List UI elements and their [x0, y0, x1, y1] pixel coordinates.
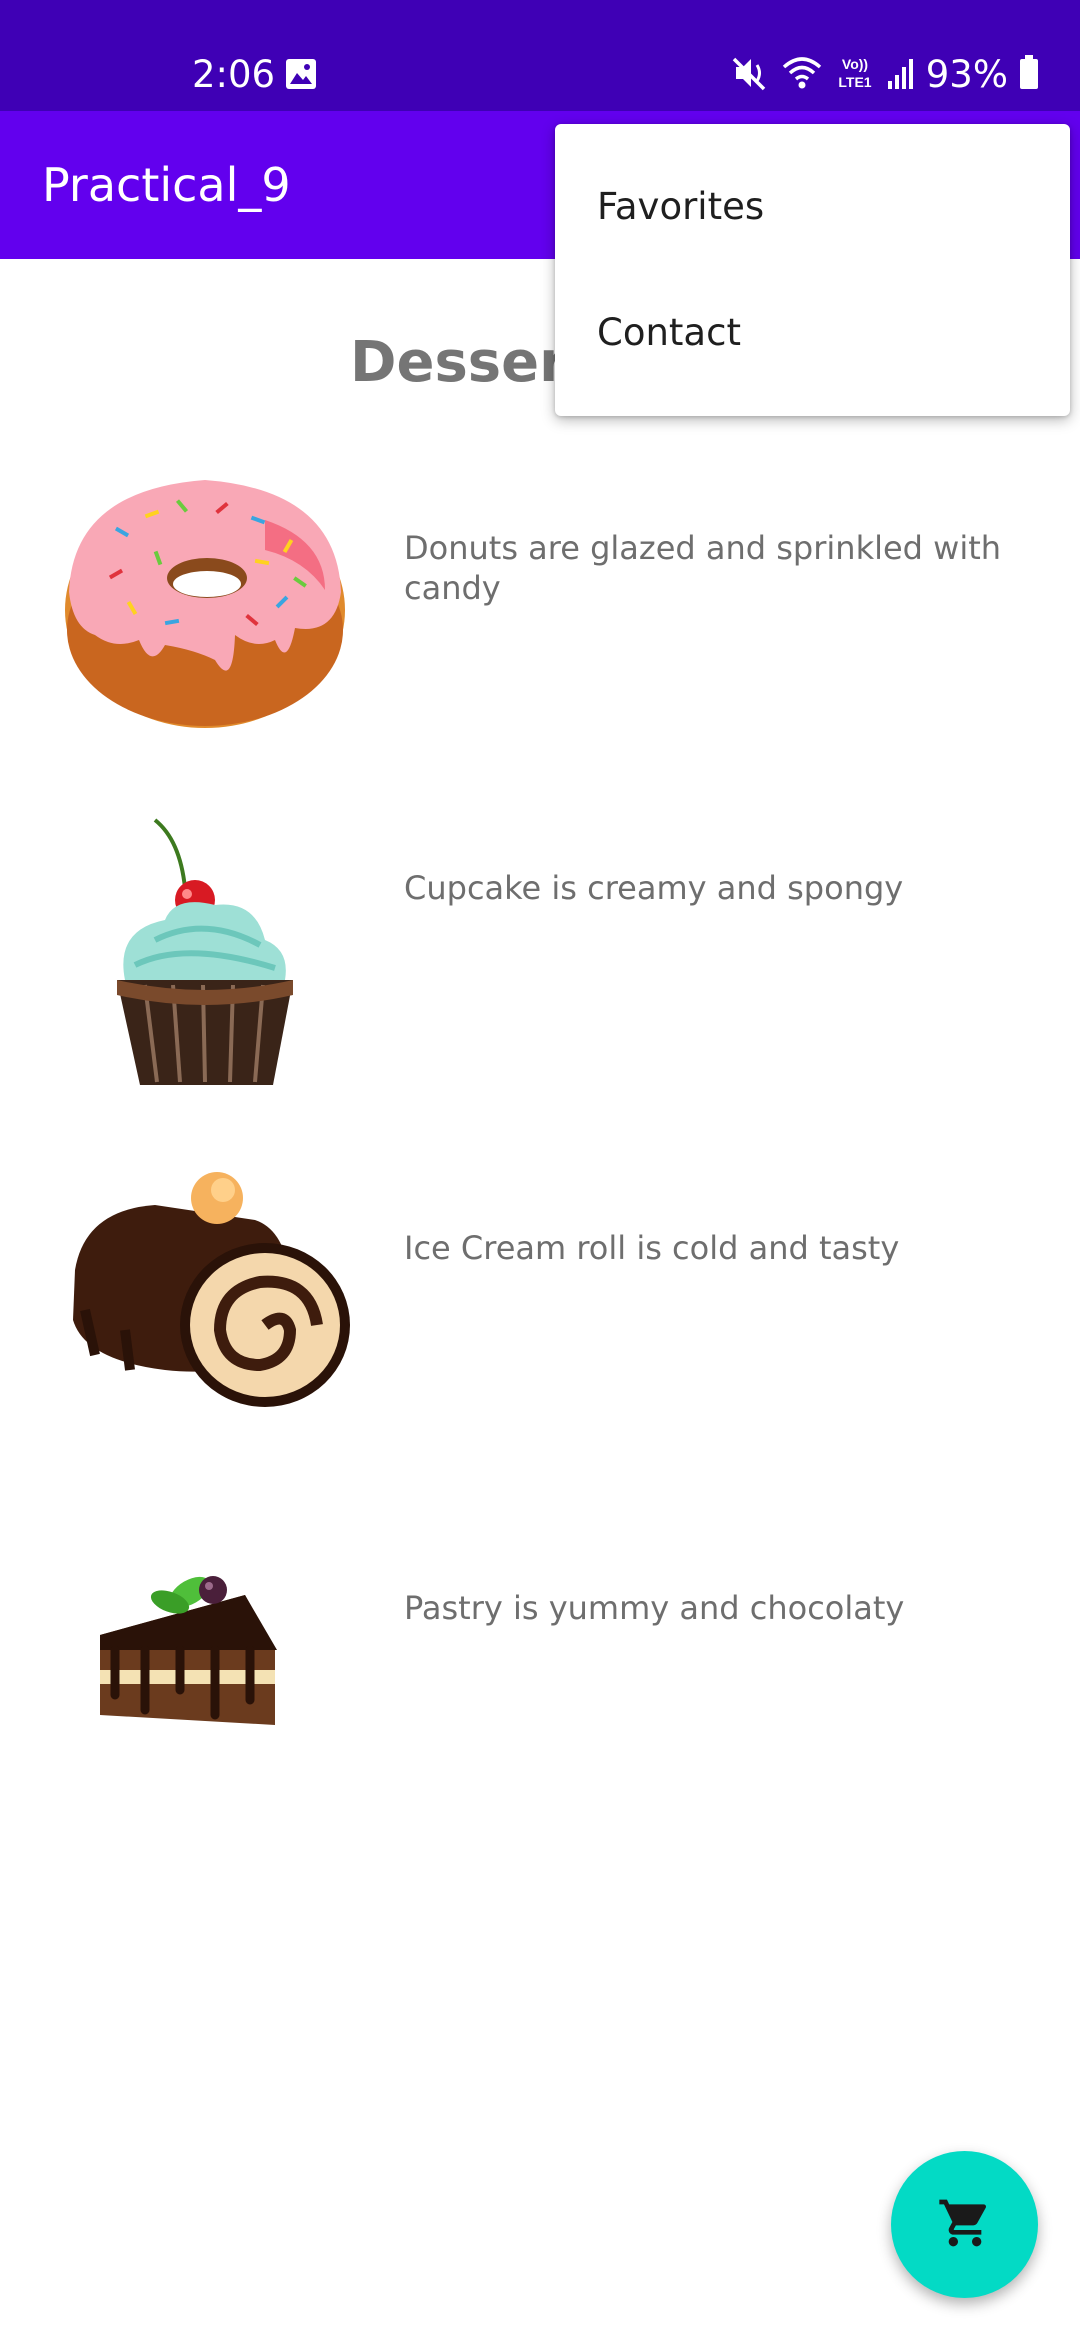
pastry-image	[55, 1520, 355, 1820]
signal-icon	[886, 53, 916, 97]
volte-icon: Vo)) LTE1	[834, 53, 876, 97]
battery-icon	[1018, 53, 1040, 97]
app-title: Practical_9	[42, 158, 291, 212]
list-item: Cupcake is creamy and spongy	[0, 800, 1080, 1100]
wifi-icon	[780, 53, 824, 97]
svg-text:Vo)): Vo))	[842, 56, 868, 72]
status-time: 2:06	[192, 53, 276, 96]
dessert-description: Ice Cream roll is cold and tasty	[404, 1229, 900, 1267]
menu-item-favorites[interactable]: Favorites	[555, 144, 1070, 270]
list-item: Pastry is yummy and chocolaty	[0, 1520, 1080, 1820]
dessert-description: Donuts are glazed and sprinkled with can…	[404, 529, 1002, 607]
status-icons: Vo)) LTE1 93%	[730, 52, 1040, 98]
ice-cream-roll-image	[55, 1160, 355, 1460]
cupcake-image	[55, 800, 355, 1100]
cart-icon	[937, 2195, 993, 2255]
dessert-description: Cupcake is creamy and spongy	[404, 869, 904, 907]
cart-fab-button[interactable]	[891, 2151, 1038, 2298]
list-item: Ice Cream roll is cold and tasty	[0, 1160, 1080, 1460]
dessert-description: Pastry is yummy and chocolaty	[404, 1589, 905, 1627]
battery-percentage: 93%	[925, 53, 1008, 96]
menu-item-contact[interactable]: Contact	[555, 270, 1070, 396]
svg-text:LTE1: LTE1	[838, 74, 871, 90]
list-item: Donuts are glazed and sprinkled with can…	[0, 460, 1080, 760]
donut-image	[55, 460, 355, 760]
status-bar: 2:06 Vo)) LTE1 93%	[0, 0, 1080, 111]
overflow-menu: Favorites Contact	[555, 124, 1070, 416]
mute-icon	[730, 53, 770, 97]
gallery-icon	[285, 58, 317, 94]
